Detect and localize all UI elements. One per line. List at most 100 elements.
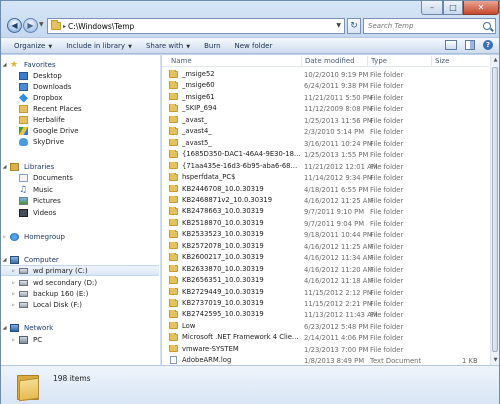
nav-google-drive[interactable]: Google Drive (1, 125, 159, 136)
file-name-cell[interactable]: hsperfdata_PC$ (169, 173, 301, 181)
address-dropdown-icon[interactable]: ▼ (336, 22, 341, 29)
file-row[interactable]: KB2729449_10.0.30319 11/15/2012 2:12 PM Fi… (162, 287, 489, 298)
collapse-icon[interactable]: ◢ (1, 257, 8, 263)
expand-icon[interactable]: ▹ (10, 291, 17, 297)
nav-pictures[interactable]: Pictures (1, 195, 159, 206)
file-name-cell[interactable]: KB2533523_10.0.30319 (169, 230, 301, 238)
nav-libraries[interactable]: ◢ Libraries (1, 161, 159, 172)
scroll-down-icon[interactable]: ▼ (491, 355, 500, 365)
vertical-scrollbar[interactable]: ▲ ▼ (490, 55, 499, 365)
new-folder-button[interactable]: New folder (230, 42, 282, 50)
expand-icon[interactable]: ▹ (10, 337, 17, 343)
file-name-cell[interactable]: AdobeARM.log (169, 356, 301, 365)
address-bar[interactable]: ▸ C:\Windows\Temp ▼ (47, 18, 345, 34)
nav-drive-e[interactable]: ▹ backup 160 (E:) (1, 288, 159, 299)
file-name-cell[interactable]: Low (169, 321, 301, 330)
file-name-cell[interactable]: _msige60 (169, 81, 301, 89)
file-name-cell[interactable]: vmware-SYSTEM (169, 344, 301, 353)
help-icon[interactable]: ? (483, 40, 493, 50)
nav-network[interactable]: ◢ Network (1, 322, 159, 333)
nav-downloads[interactable]: Downloads (1, 81, 159, 92)
file-name-cell[interactable]: KB2742595_10.0.30319 (169, 310, 301, 318)
column-header-type[interactable]: Type (371, 57, 387, 65)
nav-documents[interactable]: Documents (1, 172, 159, 183)
file-row[interactable]: KB2600217_10.0.30319 4/16/2012 11:34 AM Fi… (162, 252, 489, 263)
collapse-icon[interactable]: ◢ (1, 164, 8, 170)
file-name-cell[interactable]: KB2478663_10.0.30319 (169, 207, 301, 215)
file-name-cell[interactable]: _msige52 (169, 70, 301, 78)
file-name-cell[interactable]: {71aa435e-16d3-6b95-aba6-686b4788e... (169, 161, 301, 170)
nav-drive-f[interactable]: ▹ Local Disk (F:) (1, 299, 159, 310)
file-row[interactable]: AdobeARM.log 1/8/2013 8:49 PM Text Documen… (162, 355, 489, 365)
nav-recent-places[interactable]: Recent Places (1, 103, 159, 114)
preview-pane-icon[interactable] (465, 40, 475, 50)
file-row[interactable]: _avast5_ 3/16/2011 10:24 PM File folder (162, 138, 489, 149)
file-row[interactable]: {71aa435e-16d3-6b95-aba6-686b4788e...11/… (162, 161, 489, 172)
file-row[interactable]: KB2737019_10.0.30319 11/15/2012 2:21 PM Fi… (162, 298, 489, 309)
search-box[interactable] (363, 18, 496, 34)
share-with-menu[interactable]: Share with ▼ (141, 42, 199, 50)
column-divider[interactable] (431, 56, 432, 66)
maximize-button[interactable]: □ (443, 1, 463, 15)
file-name-cell[interactable]: KB2446708_10.0.30319 (169, 184, 301, 193)
file-row[interactable]: KB2446708_10.0.30319 4/18/2011 6:55 PM Fil… (162, 184, 489, 195)
nav-desktop[interactable]: Desktop (1, 70, 159, 81)
nav-skydrive[interactable]: SkyDrive (1, 136, 159, 147)
collapse-icon[interactable]: ◢ (1, 62, 8, 68)
file-row[interactable]: Low 6/23/2012 5:48 PM File folder (162, 321, 489, 332)
nav-computer[interactable]: ◢ Computer (1, 254, 159, 265)
file-row[interactable]: KB2533523_10.0.30319 9/18/2011 10:44 PM Fi… (162, 229, 489, 240)
nav-videos[interactable]: Videos (1, 207, 159, 218)
file-row[interactable]: KB2656351_10.0.30319 4/16/2012 11:18 AM Fi… (162, 275, 489, 286)
search-icon[interactable] (483, 22, 491, 30)
file-row[interactable]: _avast4_ 2/3/2010 5:14 PM File folder (162, 126, 489, 137)
file-row[interactable]: KB2572078_10.0.30319 4/16/2012 11:25 AM Fi… (162, 241, 489, 252)
file-row[interactable]: Microsoft .NET Framework 4 Client Pro...… (162, 332, 489, 343)
file-name-cell[interactable]: KB2656351_10.0.30319 (169, 276, 301, 284)
column-divider[interactable] (301, 56, 302, 66)
file-name-cell[interactable]: _avast5_ (169, 138, 301, 147)
file-name-cell[interactable]: KB2600217_10.0.30319 (169, 253, 301, 261)
file-name-cell[interactable]: {1685D350-DAC1-46A4-9E30-18713767... (169, 150, 301, 158)
file-row[interactable]: KB2633870_10.0.30319 4/16/2012 11:20 AM Fi… (162, 264, 489, 275)
file-row[interactable]: _msige60 6/24/2011 9:38 PM File folder (162, 80, 489, 91)
column-header-size[interactable]: Size (435, 57, 449, 65)
expand-icon[interactable]: ▹ (10, 302, 17, 308)
refresh-button[interactable]: ↻ (347, 18, 361, 34)
file-row[interactable]: _SKIP_694 11/12/2009 8:08 PM File folder (162, 103, 489, 114)
burn-button[interactable]: Burn (199, 42, 229, 50)
file-row[interactable]: KB2742595_10.0.30319 11/13/2012 11:43 AM F… (162, 309, 489, 320)
collapse-icon[interactable]: ◢ (1, 325, 8, 331)
file-name-cell[interactable]: Microsoft .NET Framework 4 Client Pro... (169, 333, 301, 341)
file-row[interactable]: {1685D350-DAC1-46A4-9E30-18713767...1/25… (162, 149, 489, 160)
file-row[interactable]: hsperfdata_PC$ 11/14/2012 9:34 PM File fol… (162, 172, 489, 183)
file-name-cell[interactable]: _avast_ (169, 115, 301, 124)
file-name-cell[interactable]: _SKIP_694 (169, 104, 301, 112)
file-row[interactable]: _msige52 10/2/2010 9:19 PM File folder (162, 69, 489, 80)
breadcrumb-chevron-icon[interactable]: ▸ (63, 23, 66, 30)
nav-pc[interactable]: ▹ PC (1, 334, 159, 345)
close-button[interactable]: ✕ (463, 1, 499, 15)
nav-herbalife[interactable]: Herbalife (1, 114, 159, 125)
search-input[interactable] (368, 22, 468, 30)
nav-favorites[interactable]: ◢ ★ Favorites (1, 59, 159, 70)
change-view-icon[interactable] (445, 40, 457, 50)
file-row[interactable]: KB2518870_10.0.30319 9/7/2011 9:04 PM File… (162, 218, 489, 229)
scroll-up-icon[interactable]: ▲ (491, 55, 500, 65)
file-name-cell[interactable]: KB2572078_10.0.30319 (169, 241, 301, 250)
file-name-cell[interactable]: KB2468871v2_10.0.30319 (169, 195, 301, 204)
recent-pages-dropdown[interactable]: ▼ (39, 21, 44, 28)
include-in-library-menu[interactable]: Include in library ▼ (61, 42, 141, 50)
file-name-cell[interactable]: _msige61 (169, 92, 301, 101)
forward-button[interactable]: ▶ (23, 18, 38, 33)
nav-music[interactable]: ♫ Music (1, 184, 159, 195)
file-row[interactable]: KB2478663_10.0.30319 9/7/2011 9:10 PM File… (162, 206, 489, 217)
nav-drive-c[interactable]: ▹ wd primary (C:) (1, 265, 159, 276)
scrollbar-thumb[interactable] (492, 67, 498, 352)
nav-drive-d[interactable]: ▹ wd secondary (D:) (1, 277, 159, 288)
organize-menu[interactable]: Organize ▼ (9, 42, 61, 50)
back-button[interactable]: ◀ (7, 18, 22, 33)
file-name-cell[interactable]: KB2729449_10.0.30319 (169, 287, 301, 296)
file-row[interactable]: KB2468871v2_10.0.30319 4/16/2012 11:25 AM… (162, 195, 489, 206)
expand-icon[interactable]: ▹ (1, 234, 8, 240)
